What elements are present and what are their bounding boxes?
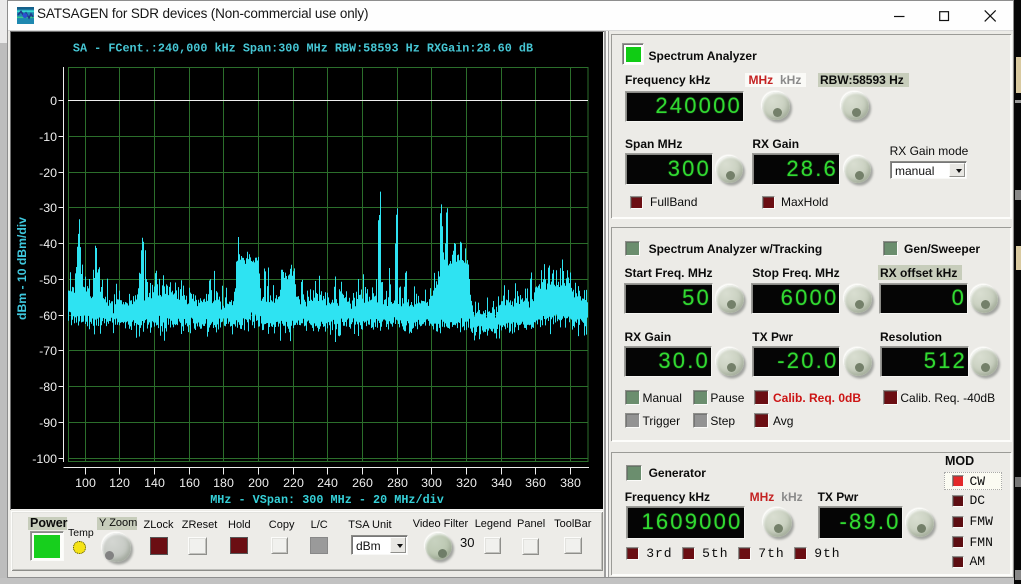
- svg-text:320: 320: [456, 476, 477, 490]
- svg-text:-90: -90: [39, 416, 57, 430]
- svg-text:SA - FCent.:240,000 kHz Span:3: SA - FCent.:240,000 kHz Span:300 MHz RBW…: [73, 42, 533, 56]
- svg-text:-10: -10: [39, 130, 57, 144]
- svg-text:-20: -20: [39, 166, 57, 180]
- svg-text:120: 120: [109, 476, 130, 490]
- svg-text:-70: -70: [39, 344, 57, 358]
- svg-text:100: 100: [75, 476, 96, 490]
- svg-text:-50: -50: [39, 273, 57, 287]
- svg-text:MHz - VSpan: 300 MHz - 20 MHz/: MHz - VSpan: 300 MHz - 20 MHz/div: [210, 493, 444, 507]
- svg-text:360: 360: [525, 476, 546, 490]
- svg-text:-60: -60: [39, 309, 57, 323]
- svg-text:140: 140: [144, 476, 165, 490]
- svg-text:dBm - 10 dBm/div: dBm - 10 dBm/div: [15, 217, 29, 320]
- svg-text:-30: -30: [39, 201, 57, 215]
- svg-text:220: 220: [283, 476, 304, 490]
- svg-text:340: 340: [491, 476, 512, 490]
- svg-text:300: 300: [421, 476, 442, 490]
- svg-text:240: 240: [317, 476, 338, 490]
- svg-text:280: 280: [387, 476, 408, 490]
- svg-text:-80: -80: [39, 380, 57, 394]
- svg-text:-100: -100: [32, 452, 57, 466]
- svg-text:-40: -40: [39, 237, 57, 251]
- svg-text:180: 180: [213, 476, 234, 490]
- svg-text:200: 200: [248, 476, 269, 490]
- svg-text:260: 260: [352, 476, 373, 490]
- svg-text:0: 0: [50, 94, 57, 108]
- svg-text:380: 380: [560, 476, 581, 490]
- svg-text:160: 160: [179, 476, 200, 490]
